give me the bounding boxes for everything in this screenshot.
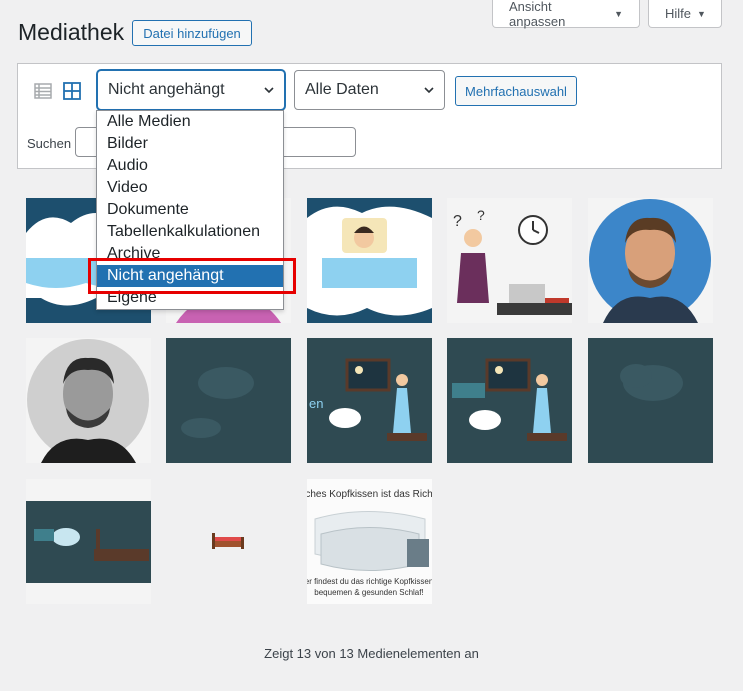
tile-caption-bottom-1: er findest du das richtige Kopfkissen (307, 577, 432, 586)
media-tile[interactable]: ?? (447, 198, 572, 323)
chevron-down-icon (424, 87, 434, 94)
grid-view-icon[interactable] (62, 81, 82, 101)
date-filter-select[interactable]: Alle Daten (294, 70, 445, 110)
dropdown-option-unattached[interactable]: Nicht angehängt (97, 265, 283, 287)
media-tile[interactable] (447, 338, 572, 463)
date-filter-value: Alle Daten (305, 81, 379, 98)
screen-options-label: Ansicht anpassen (509, 0, 566, 29)
screen-options-tab[interactable]: Ansicht anpassen ▼ (492, 0, 640, 29)
tile-caption-top: ches Kopfkissen ist das Rich (307, 489, 432, 500)
dropdown-option-images[interactable]: Bilder (97, 133, 283, 155)
dropdown-option-all-media[interactable]: Alle Medien (97, 111, 283, 133)
attachment-filter-select[interactable]: Nicht angehängt (97, 70, 285, 110)
help-tab[interactable]: Hilfe ▼ (648, 0, 722, 28)
page-title: Mediathek (18, 19, 125, 45)
add-file-button[interactable]: Datei hinzufügen (132, 20, 252, 46)
attachment-filter-value: Nicht angehängt (108, 81, 225, 98)
media-tile[interactable] (166, 479, 291, 604)
attachment-filter-dropdown: Alle Medien Bilder Audio Video Dokumente… (96, 110, 284, 310)
tile-caption-bottom-2: bequemen & gesunden Schlaf! (314, 588, 423, 597)
media-tile[interactable] (166, 338, 291, 463)
dropdown-option-documents[interactable]: Dokumente (97, 199, 283, 221)
dropdown-option-archives[interactable]: Archive (97, 243, 283, 265)
media-tile[interactable] (588, 338, 713, 463)
media-count-text: Zeigt 13 von 13 Medienelementen an (264, 646, 479, 661)
dropdown-option-video[interactable]: Video (97, 177, 283, 199)
help-label: Hilfe (665, 6, 692, 21)
dropdown-option-audio[interactable]: Audio (97, 155, 283, 177)
media-tile[interactable] (26, 338, 151, 463)
svg-text:?: ? (477, 207, 485, 223)
media-tile[interactable] (307, 198, 432, 323)
media-tile[interactable] (588, 198, 713, 323)
list-view-icon[interactable] (33, 81, 53, 101)
bulk-select-button[interactable]: Mehrfachauswahl (455, 76, 577, 106)
chevron-down-icon (264, 87, 274, 94)
media-tile-pillow[interactable]: ches Kopfkissen ist das Rich er findest … (307, 479, 432, 604)
media-tile[interactable] (26, 479, 151, 604)
dropdown-option-mine[interactable]: Eigene (97, 287, 283, 309)
svg-text:?: ? (453, 213, 462, 230)
caret-down-icon: ▼ (614, 8, 623, 19)
search-label: Suchen (27, 136, 72, 151)
media-tile[interactable]: en (307, 338, 432, 463)
caret-down-icon: ▼ (697, 8, 706, 19)
dropdown-option-spreadsheets[interactable]: Tabellenkalkulationen (97, 221, 283, 243)
svg-text:en: en (309, 396, 323, 411)
